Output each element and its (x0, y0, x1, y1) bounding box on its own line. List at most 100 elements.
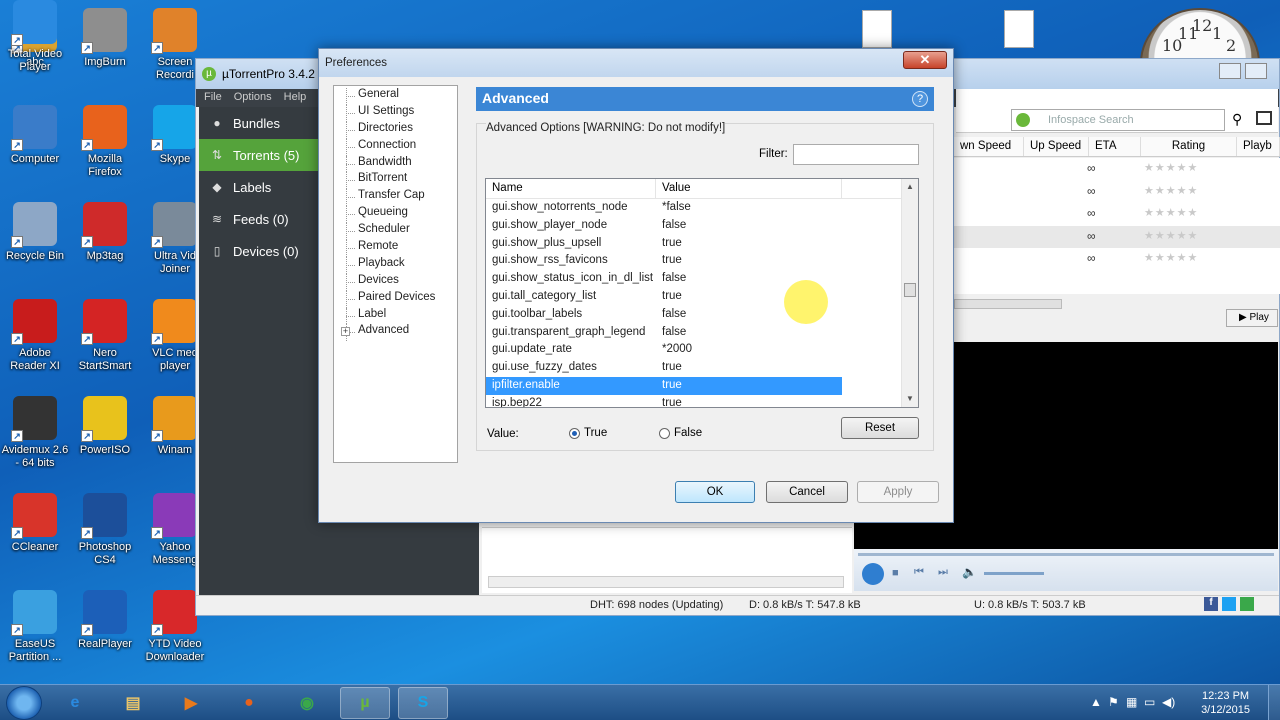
monitor-icon[interactable] (1256, 111, 1272, 125)
tree-item[interactable]: + Advanced (334, 324, 457, 342)
table-row[interactable]: gui.show_status_icon_in_dl_list false (486, 270, 918, 288)
chrome-taskbar-button[interactable]: ◉ (282, 687, 332, 719)
desktop-shortcut[interactable]: ↗ Nero StartSmart (70, 299, 140, 373)
tree-item[interactable]: Transfer Cap (334, 189, 457, 207)
network-icon[interactable]: ▦ (1126, 695, 1137, 709)
tree-item[interactable]: Scheduler (334, 223, 457, 240)
utorrent-taskbar-button[interactable]: µ (340, 687, 390, 719)
twitter-icon[interactable] (1222, 597, 1236, 611)
stop-icon[interactable]: ■ (892, 567, 899, 579)
explorer-taskbar-button[interactable]: ▤ (108, 687, 158, 719)
volume-icon[interactable]: 🔈 (962, 565, 977, 579)
table-row[interactable]: isp.bep22 true (486, 395, 918, 407)
column-playback[interactable]: Playb (1237, 137, 1280, 156)
search-provider-icon[interactable] (1016, 113, 1030, 127)
desktop-shortcut[interactable]: ↗ Avidemux 2.6 - 64 bits (0, 396, 70, 470)
volume-slider[interactable] (984, 572, 1044, 575)
column-rating[interactable]: Rating (1141, 137, 1237, 156)
reset-button[interactable]: Reset (841, 417, 919, 439)
table-row[interactable]: gui.use_fuzzy_dates true (486, 359, 918, 377)
tree-item[interactable]: UI Settings (334, 104, 457, 122)
column-name[interactable]: Name (486, 179, 656, 198)
preferences-title-bar[interactable]: Preferences ✕ (319, 49, 953, 77)
volume-icon[interactable]: ◀) (1162, 695, 1175, 709)
tree-item[interactable]: Paired Devices (334, 290, 457, 308)
table-row[interactable]: ∞ ★★★★★ (954, 181, 1280, 204)
close-button[interactable]: ✕ (903, 51, 947, 69)
show-desktop-button[interactable] (1268, 685, 1280, 720)
rating-stars[interactable]: ★★★★★ (1144, 206, 1198, 219)
scroll-thumb[interactable] (904, 283, 916, 297)
play-button[interactable]: ▶ Play (1226, 309, 1278, 327)
android-icon[interactable] (1240, 597, 1254, 611)
search-icon[interactable]: ⚲ (1232, 111, 1242, 128)
desktop-shortcut[interactable]: ↗ PowerISO (70, 396, 140, 457)
display-icon[interactable]: ▭ (1144, 695, 1155, 709)
table-row[interactable]: gui.tall_category_list true (486, 288, 918, 306)
rating-stars[interactable]: ★★★★★ (1144, 161, 1198, 174)
previous-icon[interactable]: ⏮ (914, 566, 924, 579)
rating-stars[interactable]: ★★★★★ (1144, 229, 1198, 242)
column-up-speed[interactable]: Up Speed (1024, 137, 1089, 156)
table-row[interactable]: gui.show_plus_upsell true (486, 235, 918, 253)
tree-item[interactable]: Devices (334, 273, 457, 291)
tree-item[interactable]: Bandwidth (334, 155, 457, 173)
filter-input[interactable] (793, 144, 919, 165)
desktop-shortcut[interactable]: ↗ ImgBurn (70, 8, 140, 69)
firefox-taskbar-button[interactable]: ● (224, 687, 274, 719)
rating-stars[interactable]: ★★★★★ (1144, 251, 1198, 264)
table-row[interactable]: gui.update_rate *2000 (486, 341, 918, 359)
start-button[interactable] (6, 686, 42, 720)
menu-help[interactable]: Help (284, 91, 307, 105)
table-row[interactable]: ∞ ★★★★★ (954, 248, 1280, 271)
tree-item[interactable]: Playback (334, 256, 457, 274)
skype-taskbar-button[interactable]: S (398, 687, 448, 719)
scroll-up-icon[interactable]: ▲ (902, 179, 918, 195)
tree-item[interactable]: General (334, 88, 457, 105)
desktop-shortcut[interactable]: ↗ EaseUS Partition ... (0, 590, 70, 664)
list-scrollbar[interactable]: ▲ ▼ (901, 179, 918, 407)
desktop-shortcut[interactable]: ↗ Photoshop CS4 (70, 493, 140, 567)
table-row[interactable]: gui.show_rss_favicons true (486, 252, 918, 270)
ie-taskbar-button[interactable]: e (50, 687, 100, 719)
scroll-down-icon[interactable]: ▼ (902, 391, 918, 407)
radio-true[interactable]: True (569, 427, 607, 439)
rating-stars[interactable]: ★★★★★ (1144, 184, 1198, 197)
radio-false-dot[interactable] (659, 427, 670, 439)
play-icon[interactable] (862, 563, 884, 585)
ok-button[interactable]: OK (675, 481, 755, 503)
column-eta[interactable]: ETA (1089, 137, 1141, 156)
menu-file[interactable]: File (204, 91, 222, 105)
minimize-button[interactable] (1219, 63, 1241, 79)
help-icon[interactable]: ? (912, 91, 928, 107)
table-row[interactable]: ∞ ★★★★★ (954, 203, 1280, 226)
next-icon[interactable]: ⏭ (938, 566, 948, 579)
document-icon[interactable] (862, 10, 892, 48)
tree-item[interactable]: Remote (334, 240, 457, 257)
cancel-button[interactable]: Cancel (766, 481, 848, 503)
desktop-shortcut[interactable]: ↗ Adobe Reader XI (0, 299, 70, 373)
table-row[interactable]: ∞ ★★★★★ (954, 225, 1280, 249)
seek-bar[interactable] (858, 553, 1274, 556)
tree-item[interactable]: Queueing (334, 206, 457, 224)
desktop-shortcut[interactable]: ↗ RealPlayer (70, 590, 140, 651)
facebook-icon[interactable]: f (1204, 597, 1218, 611)
apply-button[interactable]: Apply (857, 481, 939, 503)
maximize-button[interactable] (1245, 63, 1267, 79)
media-player-taskbar-button[interactable]: ▶ (166, 687, 216, 719)
desktop-shortcut[interactable]: ↗ Recycle Bin (0, 202, 70, 263)
tree-item[interactable]: Directories (334, 121, 457, 139)
desktop-shortcut[interactable]: ↗ Total Video Player (0, 0, 70, 74)
radio-false[interactable]: False (659, 427, 702, 439)
search-input[interactable]: Infospace Search (1011, 109, 1225, 131)
desktop-shortcut[interactable]: ↗ Mp3tag (70, 202, 140, 263)
menu-options[interactable]: Options (234, 91, 272, 105)
tree-item[interactable]: BitTorrent (334, 172, 457, 190)
show-hidden-icons[interactable]: ▲ (1090, 695, 1102, 709)
desktop-shortcut[interactable]: ↗ Computer (0, 105, 70, 166)
tree-item[interactable]: Connection (334, 138, 457, 156)
table-row[interactable]: gui.transparent_graph_legend false (486, 324, 918, 342)
desktop-shortcut[interactable]: ↗ CCleaner (0, 493, 70, 554)
table-row[interactable]: ∞ ★★★★★ (954, 158, 1280, 181)
document-icon[interactable] (1004, 10, 1034, 48)
